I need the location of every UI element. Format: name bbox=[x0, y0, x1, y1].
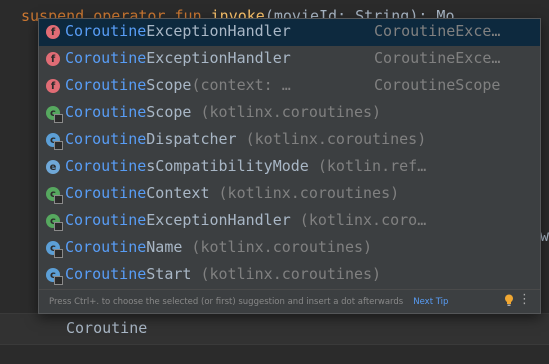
completion-item[interactable]: c CoroutineName (kotlinx.coroutines) bbox=[39, 235, 540, 262]
class-icon: c bbox=[46, 133, 63, 150]
completion-item-type: CoroutineExce… bbox=[374, 22, 501, 40]
footer-hint: Press Ctrl+. to choose the selected (or … bbox=[49, 296, 404, 307]
completion-item-type: CoroutineExce… bbox=[374, 49, 501, 67]
completion-item-name: CoroutineDispatcher (kotlinx.coroutines) bbox=[65, 130, 427, 148]
class-icon: c bbox=[46, 187, 63, 204]
completion-footer: Press Ctrl+. to choose the selected (or … bbox=[39, 289, 540, 313]
completion-item[interactable]: c CoroutineDispatcher (kotlinx.coroutine… bbox=[39, 127, 540, 154]
class-icon: c bbox=[46, 241, 63, 258]
completion-item-name: CoroutineContext (kotlinx.coroutines) bbox=[65, 184, 400, 202]
next-tip-link[interactable]: Next Tip bbox=[413, 297, 448, 307]
completion-list[interactable]: f CoroutineExceptionHandler CoroutineExc… bbox=[39, 19, 540, 289]
completion-item[interactable]: c CoroutineStart (kotlinx.coroutines) bbox=[39, 262, 540, 289]
completion-item[interactable]: f CoroutineScope(context: … CoroutineSco… bbox=[39, 73, 540, 100]
completion-item[interactable]: e CoroutinesCompatibilityMode (kotlin.re… bbox=[39, 154, 540, 181]
completion-popup[interactable]: f CoroutineExceptionHandler CoroutineExc… bbox=[38, 18, 541, 314]
completion-item[interactable]: f CoroutineExceptionHandler CoroutineExc… bbox=[39, 19, 540, 46]
completion-item-type: CoroutineScope bbox=[374, 76, 501, 94]
enum-icon: e bbox=[46, 160, 60, 174]
completion-item-name: CoroutinesCompatibilityMode (kotlin.ref… bbox=[65, 157, 427, 175]
lightbulb-icon[interactable] bbox=[504, 294, 514, 307]
completion-item-name: CoroutineScope(context: … bbox=[65, 76, 291, 94]
code-editor[interactable]: suspend operator fun invoke(movieId: Str… bbox=[0, 0, 549, 364]
completion-item[interactable]: c CoroutineExceptionHandler (kotlinx.cor… bbox=[39, 208, 540, 235]
class-icon: c bbox=[46, 106, 63, 123]
completion-item-name: CoroutineExceptionHandler (kotlinx.coro… bbox=[65, 211, 427, 229]
completion-item-name: CoroutineScope (kotlinx.coroutines) bbox=[65, 103, 382, 121]
completion-item-name: CoroutineExceptionHandler bbox=[65, 22, 291, 40]
more-options-icon[interactable]: ⋮ bbox=[518, 293, 531, 307]
completion-item[interactable]: f CoroutineExceptionHandler CoroutineExc… bbox=[39, 46, 540, 73]
typed-text: Coroutine bbox=[66, 319, 148, 337]
function-icon: f bbox=[46, 25, 60, 39]
class-icon: c bbox=[46, 214, 63, 231]
completion-item-name: CoroutineName (kotlinx.coroutines) bbox=[65, 238, 373, 256]
function-icon: f bbox=[46, 52, 60, 66]
completion-item-name: CoroutineExceptionHandler bbox=[65, 49, 291, 67]
completion-item[interactable]: c CoroutineScope (kotlinx.coroutines) bbox=[39, 100, 540, 127]
completion-item[interactable]: c CoroutineContext (kotlinx.coroutines) bbox=[39, 181, 540, 208]
function-icon: f bbox=[46, 79, 60, 93]
class-icon: c bbox=[46, 268, 63, 285]
completion-item-name: CoroutineStart (kotlinx.coroutines) bbox=[65, 265, 382, 283]
